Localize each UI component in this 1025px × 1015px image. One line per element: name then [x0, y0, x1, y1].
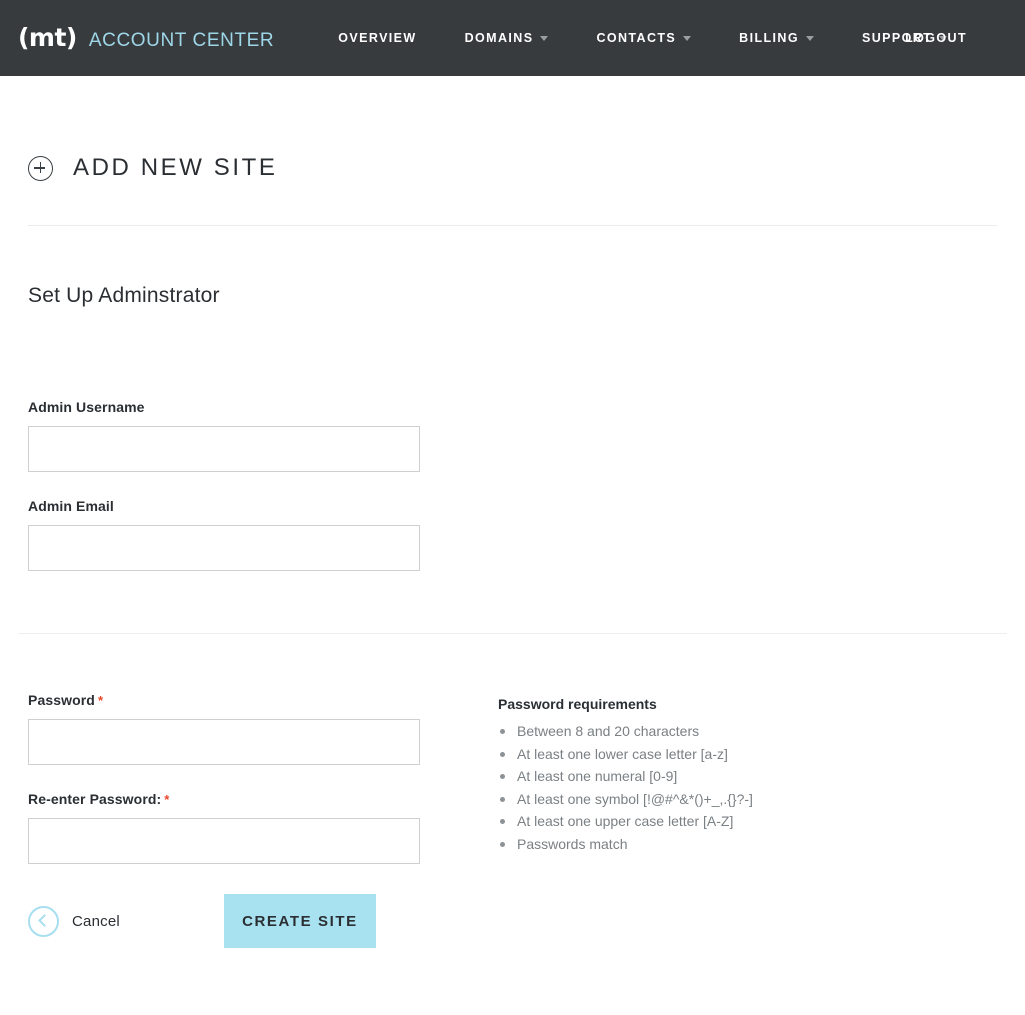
create-site-button[interactable]: CREATE SITE	[223, 894, 376, 948]
list-item: Between 8 and 20 characters	[498, 720, 753, 743]
admin-form: Admin Username Admin Email	[0, 325, 1025, 571]
logout-button[interactable]: LOGOUT	[905, 31, 967, 45]
nav-item-billing-label: BILLING	[739, 31, 799, 45]
password-fields: Password * Re-enter Password: *	[28, 692, 498, 864]
nav-item-billing[interactable]: BILLING	[739, 31, 814, 45]
password-label-text: Password	[28, 692, 95, 708]
password-label: Password *	[28, 692, 498, 708]
nav-item-domains[interactable]: DOMAINS	[465, 31, 549, 45]
cancel-button[interactable]: Cancel	[28, 905, 120, 937]
field-admin-username: Admin Username	[28, 399, 1025, 472]
back-chevron-circle-icon	[28, 905, 59, 937]
admin-email-input[interactable]	[28, 525, 420, 571]
password-requirements-title: Password requirements	[498, 696, 657, 712]
required-asterisk: *	[97, 693, 104, 708]
page-title-row: ADD NEW SITE	[0, 76, 1025, 198]
password-confirm-input[interactable]	[28, 818, 420, 864]
nav-right-group: LOGOUT	[905, 31, 1025, 45]
list-item: At least one numeral [0-9]	[498, 765, 753, 788]
list-item: Passwords match	[498, 833, 753, 856]
logout-label: LOGOUT	[905, 31, 967, 45]
form-actions: Cancel CREATE SITE	[0, 864, 1025, 948]
nav-item-domains-label: DOMAINS	[464, 31, 534, 45]
field-admin-email: Admin Email	[28, 498, 1025, 571]
field-password: Password *	[28, 692, 498, 765]
divider-under-title	[28, 225, 997, 227]
password-section: Password * Re-enter Password: * Password r…	[0, 634, 1025, 864]
brand-title: ACCOUNT CENTER	[88, 29, 275, 51]
nav-item-overview-label: OVERVIEW	[338, 31, 417, 45]
chevron-down-icon	[805, 35, 814, 41]
list-item: At least one symbol [!@#^&*()+_,.{}?-]	[498, 788, 753, 811]
password-requirements-list: Between 8 and 20 characters At least one…	[498, 720, 753, 855]
password-confirm-label-text: Re-enter Password:	[28, 791, 162, 807]
nav-item-contacts-label: CONTACTS	[596, 31, 677, 45]
page-title: ADD NEW SITE	[73, 154, 278, 182]
list-item: At least one lower case letter [a-z]	[498, 743, 753, 766]
nav-item-contacts[interactable]: CONTACTS	[596, 31, 692, 45]
admin-username-label: Admin Username	[28, 399, 145, 415]
cancel-label: Cancel	[72, 912, 120, 930]
list-item: At least one upper case letter [A-Z]	[498, 810, 753, 833]
main-nav: OVERVIEW DOMAINS CONTACTS BILLING SUPPOR…	[338, 31, 948, 45]
admin-email-label: Admin Email	[28, 498, 114, 514]
admin-username-input[interactable]	[28, 426, 420, 472]
section-heading: Set Up Adminstrator	[28, 283, 220, 307]
top-navigation-bar: (mt) ACCOUNT CENTER OVERVIEW DOMAINS CON…	[0, 0, 1025, 76]
nav-item-overview[interactable]: OVERVIEW	[338, 31, 416, 45]
required-asterisk: *	[164, 792, 170, 807]
mt-logo: (mt)	[18, 22, 77, 52]
chevron-down-icon	[540, 35, 549, 41]
plus-circle-icon	[28, 155, 53, 181]
password-confirm-label: Re-enter Password: *	[28, 791, 498, 807]
brand-logo-group[interactable]: (mt) ACCOUNT CENTER	[0, 25, 274, 52]
page-content: ADD NEW SITE Set Up Adminstrator Admin U…	[0, 76, 1025, 948]
password-requirements-panel: Password requirements Between 8 and 20 c…	[498, 692, 753, 864]
chevron-down-icon	[683, 35, 692, 41]
password-input[interactable]	[28, 719, 420, 765]
field-password-confirm: Re-enter Password: *	[28, 791, 498, 864]
